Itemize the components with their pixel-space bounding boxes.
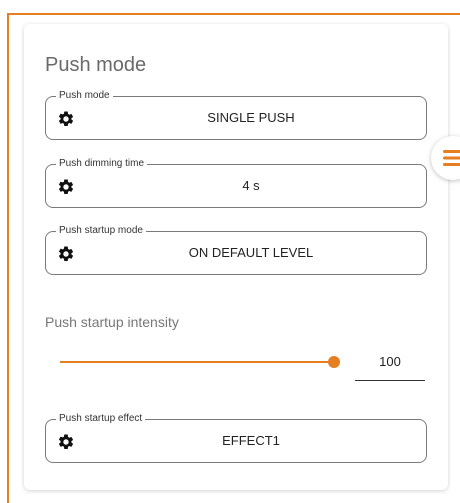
field-value: 4 s [242, 178, 260, 193]
intensity-slider-track[interactable] [60, 361, 334, 363]
intensity-label: Push startup intensity [45, 314, 179, 330]
push-mode-select[interactable]: Push mode SINGLE PUSH [45, 89, 427, 140]
section-title: Push mode [45, 54, 147, 76]
push-startup-effect-select[interactable]: Push startup effect EFFECT1 [45, 412, 427, 463]
field-value: SINGLE PUSH [207, 110, 295, 125]
gear-icon [57, 245, 75, 263]
gear-icon [57, 110, 75, 128]
gear-icon [57, 178, 75, 196]
push-dimming-time-select[interactable]: Push dimming time 4 s [45, 157, 427, 208]
field-value: EFFECT1 [222, 433, 280, 448]
intensity-value-input[interactable]: 100 [355, 348, 425, 381]
gear-icon [57, 433, 75, 451]
intensity-slider-thumb[interactable] [328, 356, 340, 368]
menu-icon [443, 150, 460, 166]
field-value: ON DEFAULT LEVEL [188, 245, 314, 260]
push-startup-mode-select[interactable]: Push startup mode ON DEFAULT LEVEL [45, 224, 427, 275]
